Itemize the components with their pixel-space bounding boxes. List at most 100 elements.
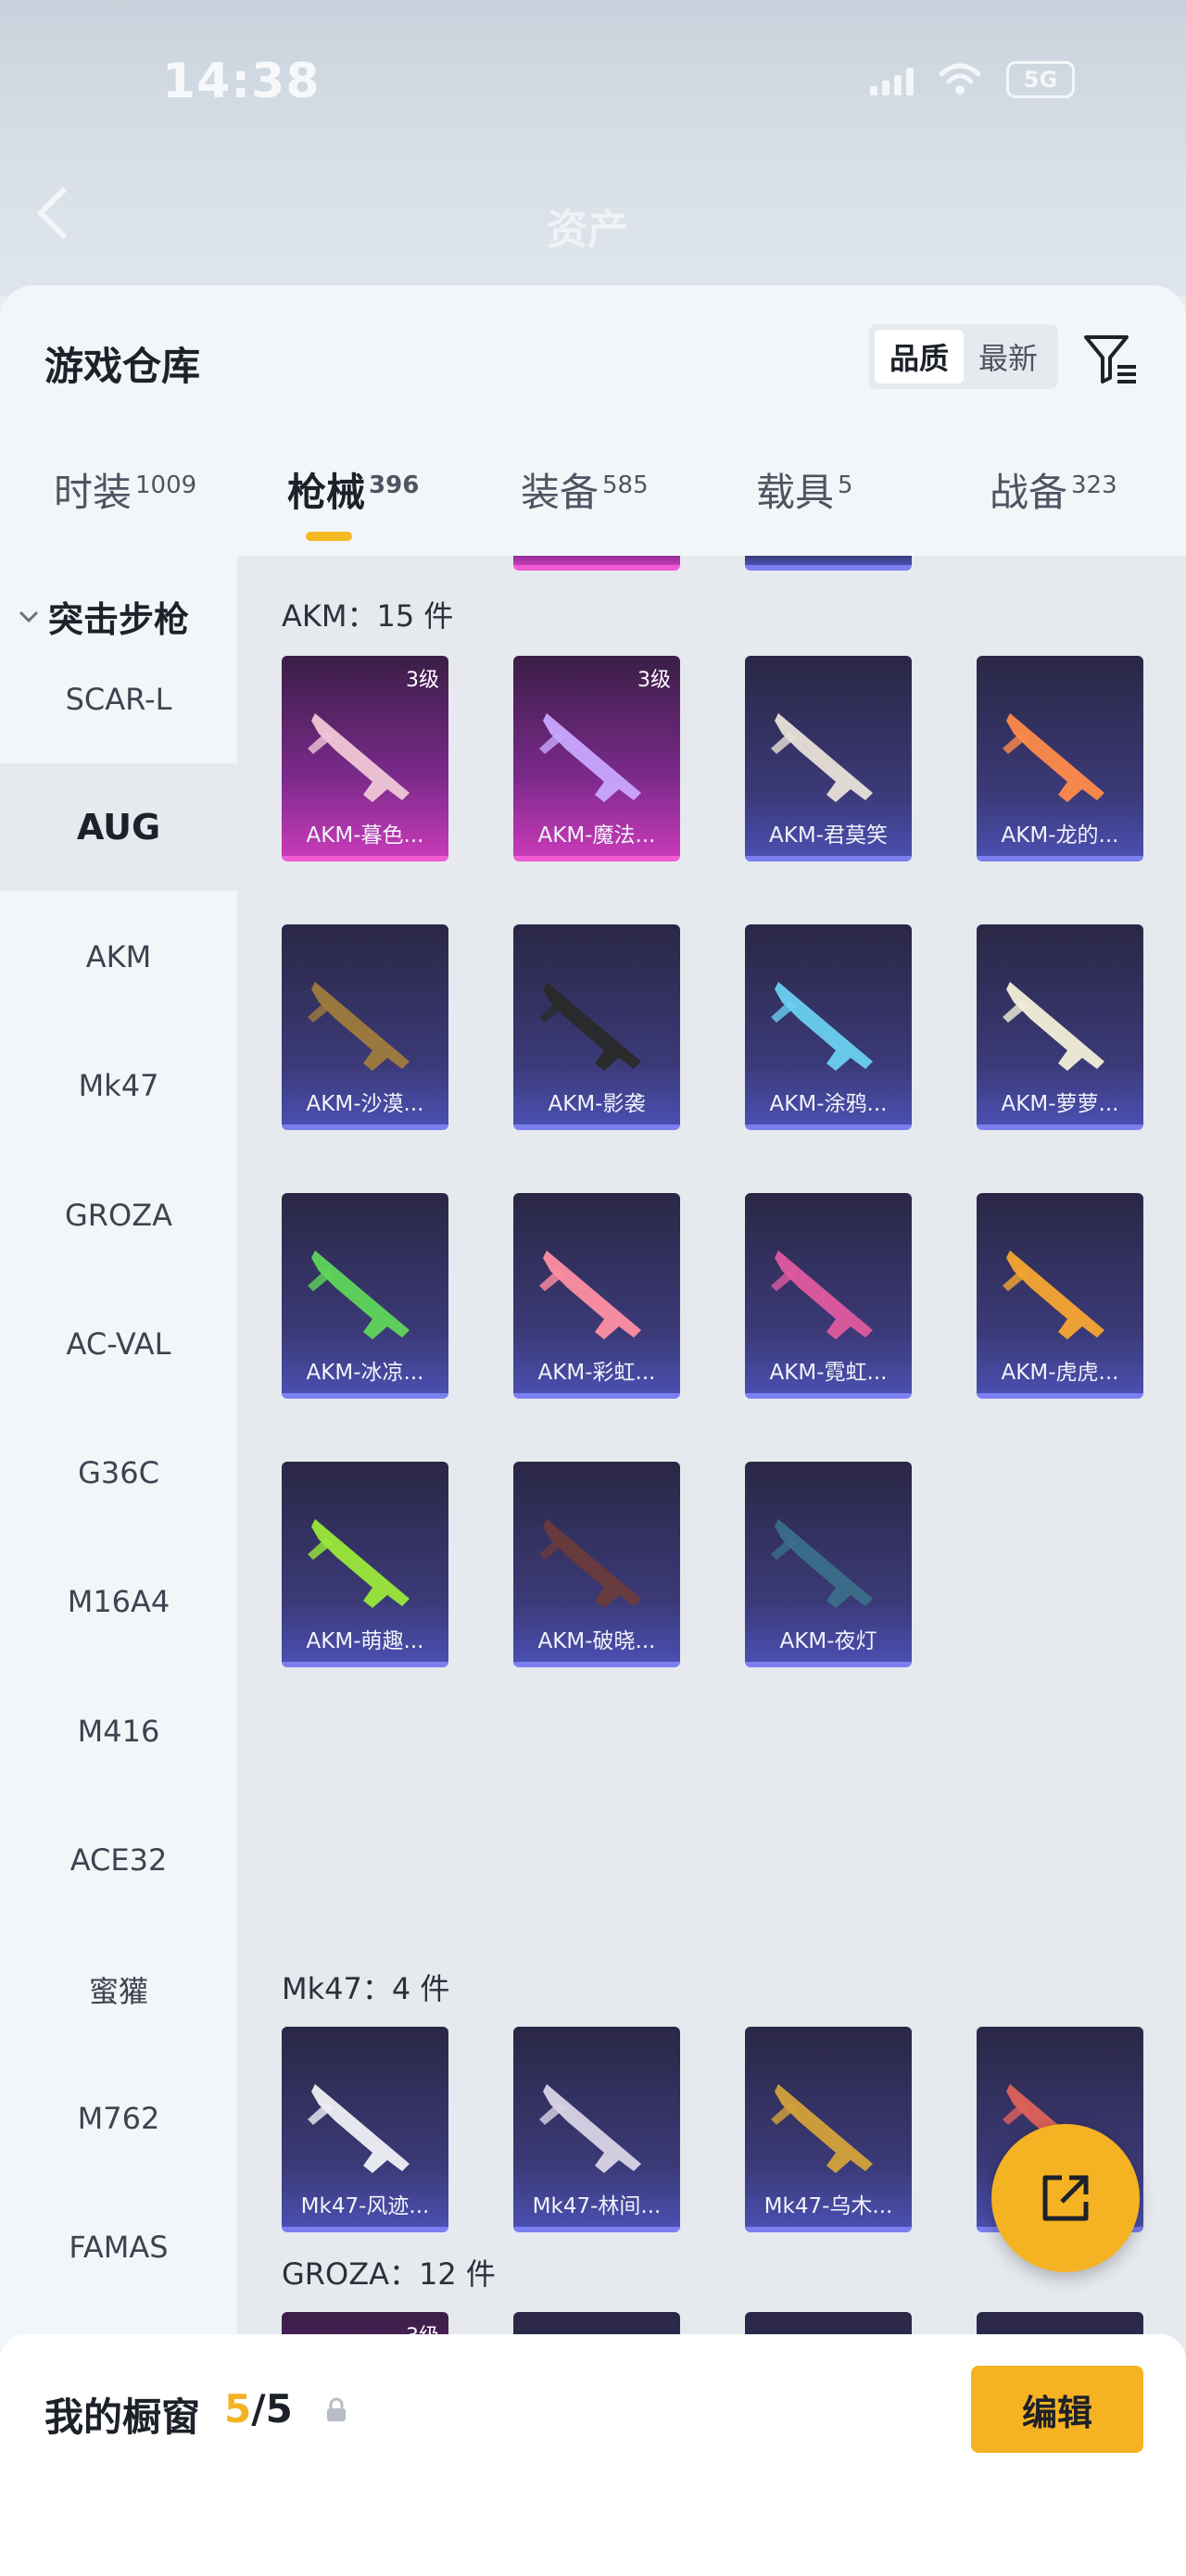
lock-icon	[327, 2397, 346, 2421]
skin-name: AKM-破晓...	[537, 1629, 656, 1653]
rifle-icon	[539, 713, 641, 802]
level-badge: 3级	[406, 669, 439, 692]
sidebar-item-famas[interactable]: FAMAS	[0, 2183, 237, 2311]
skin-name: Mk47-乌木...	[763, 2194, 893, 2218]
showcase-label: 我的橱窗	[44, 2394, 201, 2440]
sidebar-item-honey-badger[interactable]: 蜜獾	[0, 1926, 237, 2054]
skin-name: AKM-冰凉...	[306, 1361, 424, 1385]
rifle-icon	[308, 982, 410, 1071]
filter-icon[interactable]	[1080, 330, 1140, 389]
rifle-icon	[771, 1519, 873, 1608]
skin-card[interactable]: AKM-萝萝...	[977, 924, 1143, 1130]
battery-indicator: 5G	[1006, 61, 1075, 98]
skin-card[interactable]: AKM-夜灯	[745, 1462, 912, 1667]
sidebar-item-groza[interactable]: GROZA	[0, 1151, 237, 1279]
skin-name: AKM-魔法...	[537, 823, 656, 848]
edit-button[interactable]: 编辑	[971, 2366, 1143, 2453]
tab-vehicles[interactable]: 载具 5	[756, 461, 853, 518]
skin-name: AKM-涂鸦...	[769, 1092, 888, 1116]
section-title-mk47: Mk47：4 件	[282, 1971, 450, 2006]
skin-name: AKM-君莫笑	[769, 823, 888, 848]
sidebar-item-m416[interactable]: M416	[0, 1667, 237, 1795]
signal-icon	[870, 64, 914, 95]
active-tab-indicator	[306, 532, 352, 541]
tab-fashion[interactable]: 时装 1009	[54, 461, 196, 518]
skin-grid: AKM：15 件 Mk47：4 件 GROZA：12 件 3级 AKM-暮色...…	[237, 556, 1186, 2576]
sort-toggle: 品质 最新	[869, 324, 1058, 389]
rifle-icon	[1003, 713, 1104, 802]
share-fab[interactable]	[991, 2124, 1140, 2272]
rifle-icon	[308, 1250, 410, 1339]
wifi-icon	[939, 63, 981, 94]
skin-card[interactable]: Mk47-乌木...	[745, 2027, 912, 2232]
skin-card-partial[interactable]	[745, 556, 912, 571]
sidebar-item-ace32[interactable]: ACE32	[0, 1796, 237, 1924]
rifle-icon	[539, 982, 641, 1071]
sidebar-heading[interactable]: 突击步枪	[19, 591, 189, 642]
showcase-bar: 我的橱窗 5/5 编辑	[0, 2334, 1186, 2576]
sidebar-item-akm[interactable]: AKM	[0, 893, 237, 1021]
chevron-down-icon	[19, 610, 39, 622]
skin-card[interactable]: AKM-影袭	[513, 924, 680, 1130]
sidebar-item-aug[interactable]: AUG	[0, 763, 237, 891]
skin-card[interactable]: 3级 AKM-暮色...	[282, 656, 448, 861]
skin-card[interactable]: AKM-涂鸦...	[745, 924, 912, 1130]
sidebar-item-mk47[interactable]: Mk47	[0, 1022, 237, 1150]
sort-quality-button[interactable]: 品质	[875, 330, 964, 383]
skin-name: AKM-影袭	[548, 1092, 646, 1116]
header-title: 资产	[547, 207, 628, 254]
skin-name: AKM-萌趣...	[306, 1629, 424, 1653]
sidebar-item-ac-val[interactable]: AC-VAL	[0, 1280, 237, 1408]
skin-card[interactable]: Mk47-风迹...	[282, 2027, 448, 2232]
section-title-groza: GROZA：12 件	[282, 2256, 496, 2292]
rifle-icon	[771, 1250, 873, 1339]
skin-card[interactable]: Mk47-林间...	[513, 2027, 680, 2232]
skin-name: AKM-霓虹...	[769, 1361, 888, 1385]
skin-name: AKM-虎虎...	[1001, 1361, 1119, 1385]
tab-equipment[interactable]: 装备 585	[521, 461, 649, 518]
rifle-icon	[539, 2084, 641, 2173]
sidebar-item-m762[interactable]: M762	[0, 2055, 237, 2182]
sidebar-item-m16a4[interactable]: M16A4	[0, 1538, 237, 1665]
rifle-icon	[1003, 982, 1104, 1071]
rifle-icon	[308, 2084, 410, 2173]
skin-card[interactable]: AKM-彩虹...	[513, 1193, 680, 1399]
back-button[interactable]	[36, 186, 90, 240]
skin-name: AKM-暮色...	[306, 823, 424, 848]
skin-card[interactable]: AKM-破晓...	[513, 1462, 680, 1667]
skin-card[interactable]: AKM-冰凉...	[282, 1193, 448, 1399]
skin-name: AKM-沙漠...	[306, 1092, 424, 1116]
sidebar-item-scar-l[interactable]: SCAR-L	[0, 635, 237, 763]
skin-name: Mk47-风迹...	[300, 2194, 430, 2218]
rifle-icon	[771, 982, 873, 1071]
share-icon	[1042, 2175, 1089, 2221]
sheet-title: 游戏仓库	[44, 344, 201, 389]
showcase-count: 5/5	[224, 2386, 293, 2431]
tab-firearms[interactable]: 枪械 396	[287, 461, 419, 518]
rifle-icon	[308, 1519, 410, 1608]
rifle-icon	[539, 1250, 641, 1339]
status-area: 14:38 5G 资产	[0, 0, 1186, 296]
sort-newest-button[interactable]: 最新	[964, 330, 1053, 383]
skin-name: AKM-萝萝...	[1001, 1092, 1119, 1116]
rifle-icon	[771, 2084, 873, 2173]
skin-card[interactable]: AKM-虎虎...	[977, 1193, 1143, 1399]
skin-name: AKM-夜灯	[779, 1629, 877, 1653]
skin-card[interactable]: AKM-霓虹...	[745, 1193, 912, 1399]
section-title-akm: AKM：15 件	[282, 598, 454, 634]
skin-card[interactable]: AKM-萌趣...	[282, 1462, 448, 1667]
sidebar-item-g36c[interactable]: G36C	[0, 1409, 237, 1537]
skin-card[interactable]: AKM-龙的...	[977, 656, 1143, 861]
rifle-icon	[539, 1519, 641, 1608]
skin-card[interactable]: AKM-沙漠...	[282, 924, 448, 1130]
tab-supplies[interactable]: 战备 323	[990, 461, 1117, 518]
rifle-icon	[308, 713, 410, 802]
skin-card-partial[interactable]	[513, 556, 680, 571]
skin-card[interactable]: AKM-君莫笑	[745, 656, 912, 861]
status-icons: 5G	[870, 61, 1075, 98]
skin-card[interactable]: 3级 AKM-魔法...	[513, 656, 680, 861]
rifle-icon	[771, 713, 873, 802]
skin-name: Mk47-林间...	[532, 2194, 662, 2218]
skin-name: AKM-龙的...	[1001, 823, 1119, 848]
status-time: 14:38	[162, 54, 321, 109]
